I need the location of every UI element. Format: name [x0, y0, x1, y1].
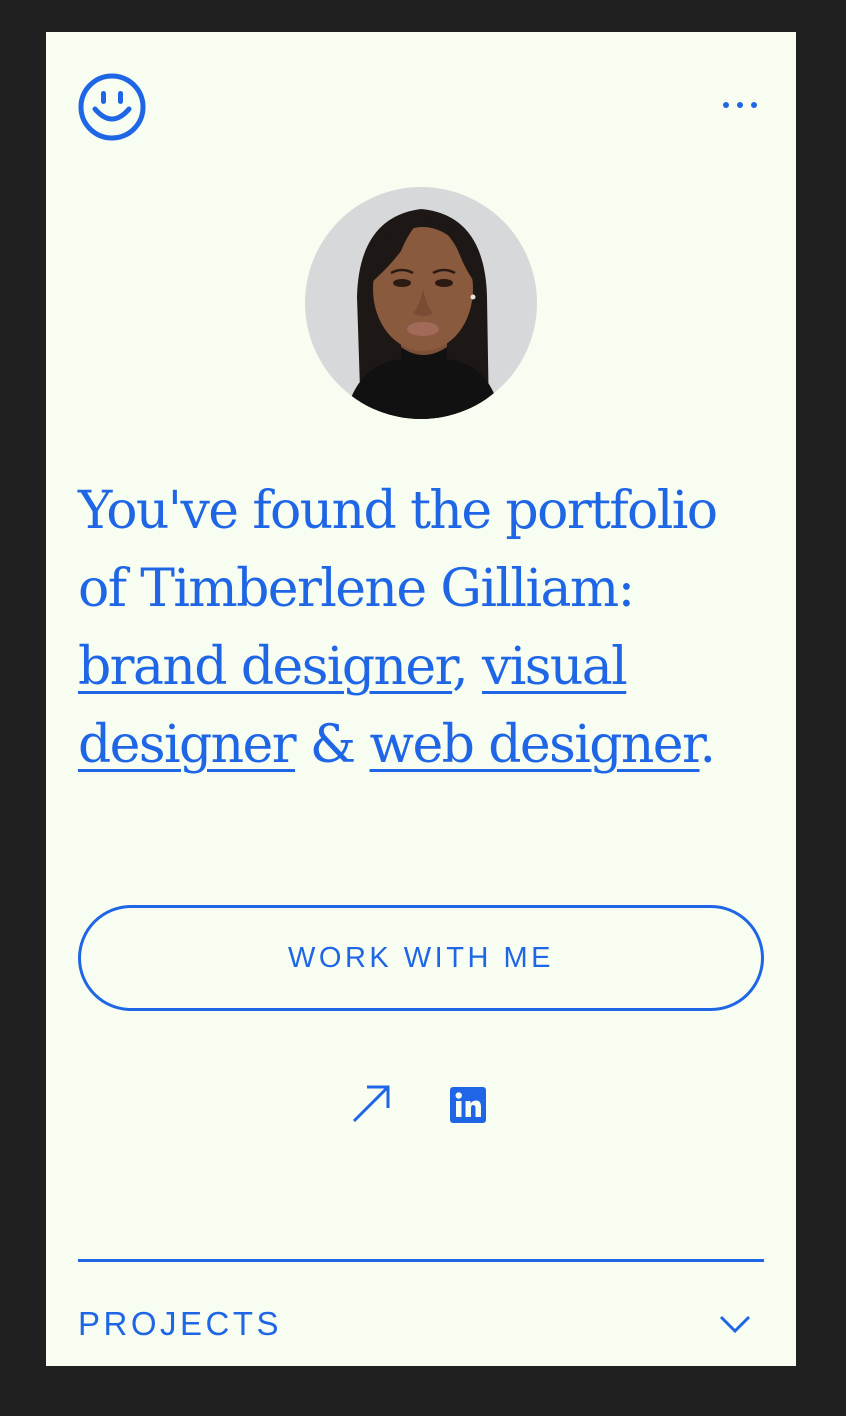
hero-headline: You've found the portfolio of Timberlene…	[78, 472, 768, 784]
external-link-button[interactable]	[349, 1082, 393, 1126]
smiley-logo-icon[interactable]	[78, 73, 146, 141]
work-with-me-button[interactable]: WORK WITH ME	[78, 905, 764, 1011]
more-menu-button[interactable]	[718, 90, 762, 120]
chevron-down-icon	[719, 1315, 751, 1334]
projects-label: PROJECTS	[78, 1305, 283, 1342]
work-with-me-label: WORK WITH ME	[288, 941, 554, 974]
headline-intro: You've found the portfolio of Timberlene…	[78, 481, 718, 619]
headline-separator-comma: ,	[452, 637, 482, 697]
headline-period: .	[699, 715, 717, 775]
linkedin-icon	[450, 1087, 486, 1123]
web-designer-link[interactable]: web designer	[370, 715, 702, 775]
page-frame: You've found the portfolio of Timberlene…	[46, 32, 796, 1366]
section-divider	[78, 1259, 764, 1262]
arrow-up-right-icon	[352, 1085, 390, 1123]
profile-avatar	[305, 187, 537, 419]
more-dots-icon	[723, 102, 757, 108]
brand-designer-link[interactable]: brand designer	[78, 637, 454, 697]
linkedin-button[interactable]	[447, 1084, 489, 1126]
projects-accordion-toggle[interactable]: PROJECTS	[78, 1294, 764, 1354]
headline-separator-ampersand: &	[295, 715, 370, 775]
